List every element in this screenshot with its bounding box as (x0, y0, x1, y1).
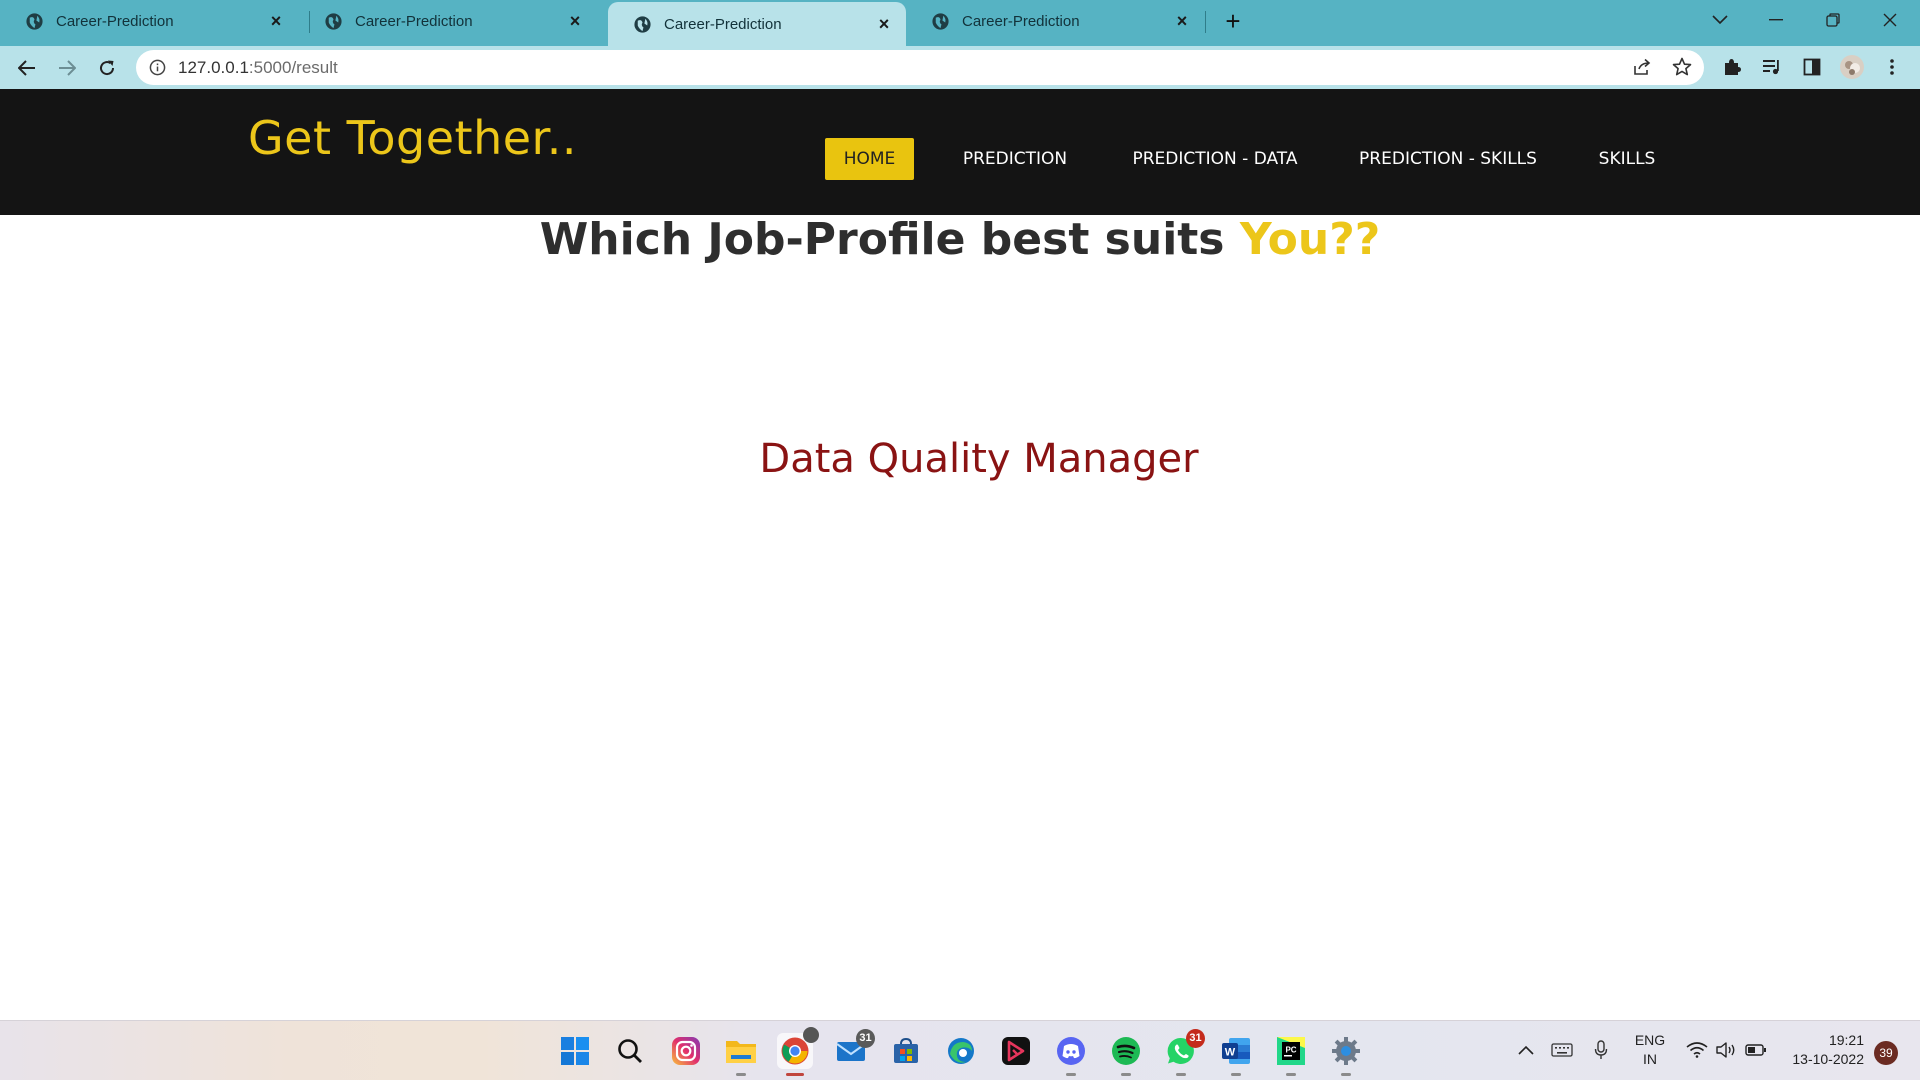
windows-start-icon[interactable] (557, 1033, 593, 1069)
restore-icon[interactable] (1805, 0, 1861, 40)
discord-icon[interactable] (1053, 1033, 1089, 1076)
url-path: :5000/result (248, 57, 338, 77)
reload-icon[interactable] (91, 52, 123, 84)
chevron-up-icon[interactable] (1515, 1035, 1537, 1065)
spotify-icon[interactable] (1108, 1033, 1144, 1076)
microphone-icon[interactable] (1590, 1035, 1612, 1065)
tab-title: Career-Prediction (355, 12, 473, 30)
nav-prediction-skills[interactable]: PREDICTION - SKILLS (1352, 138, 1544, 180)
site-header: Get Together.. HOME PREDICTION PREDICTIO… (0, 89, 1920, 215)
chrome-icon[interactable] (777, 1027, 819, 1076)
nav-skills[interactable]: SKILLS (1587, 138, 1667, 180)
globe-icon (932, 12, 949, 30)
language-indicator[interactable]: ENG IN (1630, 1031, 1670, 1069)
svg-text:PC: PC (1285, 1046, 1296, 1055)
tab-title: Career-Prediction (664, 15, 782, 33)
tab-divider (1205, 11, 1206, 33)
nav-prediction-data[interactable]: PREDICTION - DATA (1122, 138, 1308, 180)
browser-tab[interactable]: Career-Prediction × (906, 2, 1204, 40)
running-indicator (1286, 1073, 1296, 1076)
extensions-puzzle-icon[interactable] (1719, 54, 1745, 80)
tab-title: Career-Prediction (962, 12, 1080, 30)
battery-icon[interactable] (1743, 1035, 1769, 1065)
notification-count-badge[interactable]: 39 (1874, 1041, 1898, 1065)
close-window-icon[interactable] (1862, 0, 1918, 40)
bookmark-star-icon[interactable] (1669, 54, 1695, 80)
info-icon[interactable] (149, 59, 166, 76)
keyboard-icon[interactable] (1550, 1035, 1574, 1065)
globe-icon (634, 15, 651, 33)
whatsapp-icon[interactable]: 31 (1163, 1029, 1205, 1076)
address-bar[interactable]: 127.0.0.1:5000/result (136, 50, 1704, 85)
lang-line1: ENG (1634, 1032, 1666, 1048)
volume-icon[interactable] (1713, 1035, 1739, 1065)
svg-text:W: W (1225, 1047, 1236, 1059)
file-explorer-icon[interactable] (723, 1033, 759, 1076)
headline-text: Which Job-Profile best suits (539, 214, 1240, 265)
clock-time: 19:21 (1828, 1032, 1864, 1048)
profile-avatar[interactable] (1839, 54, 1865, 80)
side-panel-icon[interactable] (1799, 54, 1825, 80)
nav-prediction[interactable]: PREDICTION (950, 138, 1080, 180)
browser-tab[interactable]: Career-Prediction × (299, 2, 597, 40)
microsoft-store-icon[interactable] (888, 1033, 924, 1069)
headline-accent: You?? (1239, 214, 1381, 265)
running-indicator (1341, 1073, 1351, 1076)
browser-tab[interactable]: Career-Prediction × (0, 2, 298, 40)
minimize-icon[interactable] (1748, 0, 1804, 40)
lang-line2: IN (1643, 1051, 1657, 1067)
globe-icon (26, 12, 43, 30)
running-indicator (1176, 1073, 1186, 1076)
mail-icon[interactable]: 31 (833, 1029, 875, 1069)
instagram-icon[interactable] (668, 1033, 704, 1069)
wifi-icon[interactable] (1684, 1035, 1710, 1065)
back-arrow-icon[interactable] (11, 52, 43, 84)
search-icon[interactable] (612, 1033, 648, 1069)
prediction-result: Data Quality Manager (759, 436, 1199, 482)
url-text: 127.0.0.1:5000/result (178, 58, 338, 78)
tab-title: Career-Prediction (56, 12, 174, 30)
new-tab-button[interactable]: + (1220, 6, 1246, 36)
edge-icon[interactable] (943, 1033, 979, 1069)
running-indicator (736, 1073, 746, 1076)
running-indicator (1121, 1073, 1131, 1076)
active-indicator (786, 1073, 804, 1076)
app-icon[interactable] (998, 1033, 1034, 1069)
globe-icon (325, 12, 342, 30)
site-logo[interactable]: Get Together.. (248, 111, 577, 165)
close-icon[interactable]: × (268, 12, 284, 30)
settings-gear-icon[interactable] (1328, 1033, 1364, 1076)
nav-home[interactable]: HOME (825, 138, 914, 180)
chrome-profile-badge (803, 1027, 819, 1043)
browser-tab-strip: Career-Prediction × Career-Prediction × … (0, 0, 1920, 46)
media-queue-icon[interactable] (1759, 54, 1785, 80)
menu-kebab-icon[interactable] (1879, 54, 1905, 80)
close-icon[interactable]: × (876, 15, 892, 33)
word-icon[interactable]: W (1218, 1033, 1254, 1076)
forward-arrow-icon[interactable] (51, 52, 83, 84)
browser-toolbar: 127.0.0.1:5000/result (0, 46, 1920, 89)
mail-badge: 31 (856, 1029, 875, 1048)
close-icon[interactable]: × (567, 12, 583, 30)
system-clock[interactable]: 19:21 13-10-2022 (1778, 1031, 1864, 1069)
close-icon[interactable]: × (1174, 12, 1190, 30)
running-indicator (1066, 1073, 1076, 1076)
browser-tab-active[interactable]: Career-Prediction × (608, 2, 906, 46)
url-host: 127.0.0.1 (178, 57, 249, 77)
pycharm-icon[interactable]: PC (1273, 1033, 1309, 1076)
running-indicator (1231, 1073, 1241, 1076)
share-icon[interactable] (1629, 54, 1655, 80)
tab-search-chevron-icon[interactable] (1692, 0, 1748, 40)
clock-date: 13-10-2022 (1792, 1051, 1864, 1067)
page-headline: Which Job-Profile best suits You?? (0, 214, 1920, 265)
taskbar: 31 31 W PC ENG IN 19:21 13-10-2022 39 (0, 1020, 1920, 1080)
whatsapp-badge: 31 (1186, 1029, 1205, 1048)
